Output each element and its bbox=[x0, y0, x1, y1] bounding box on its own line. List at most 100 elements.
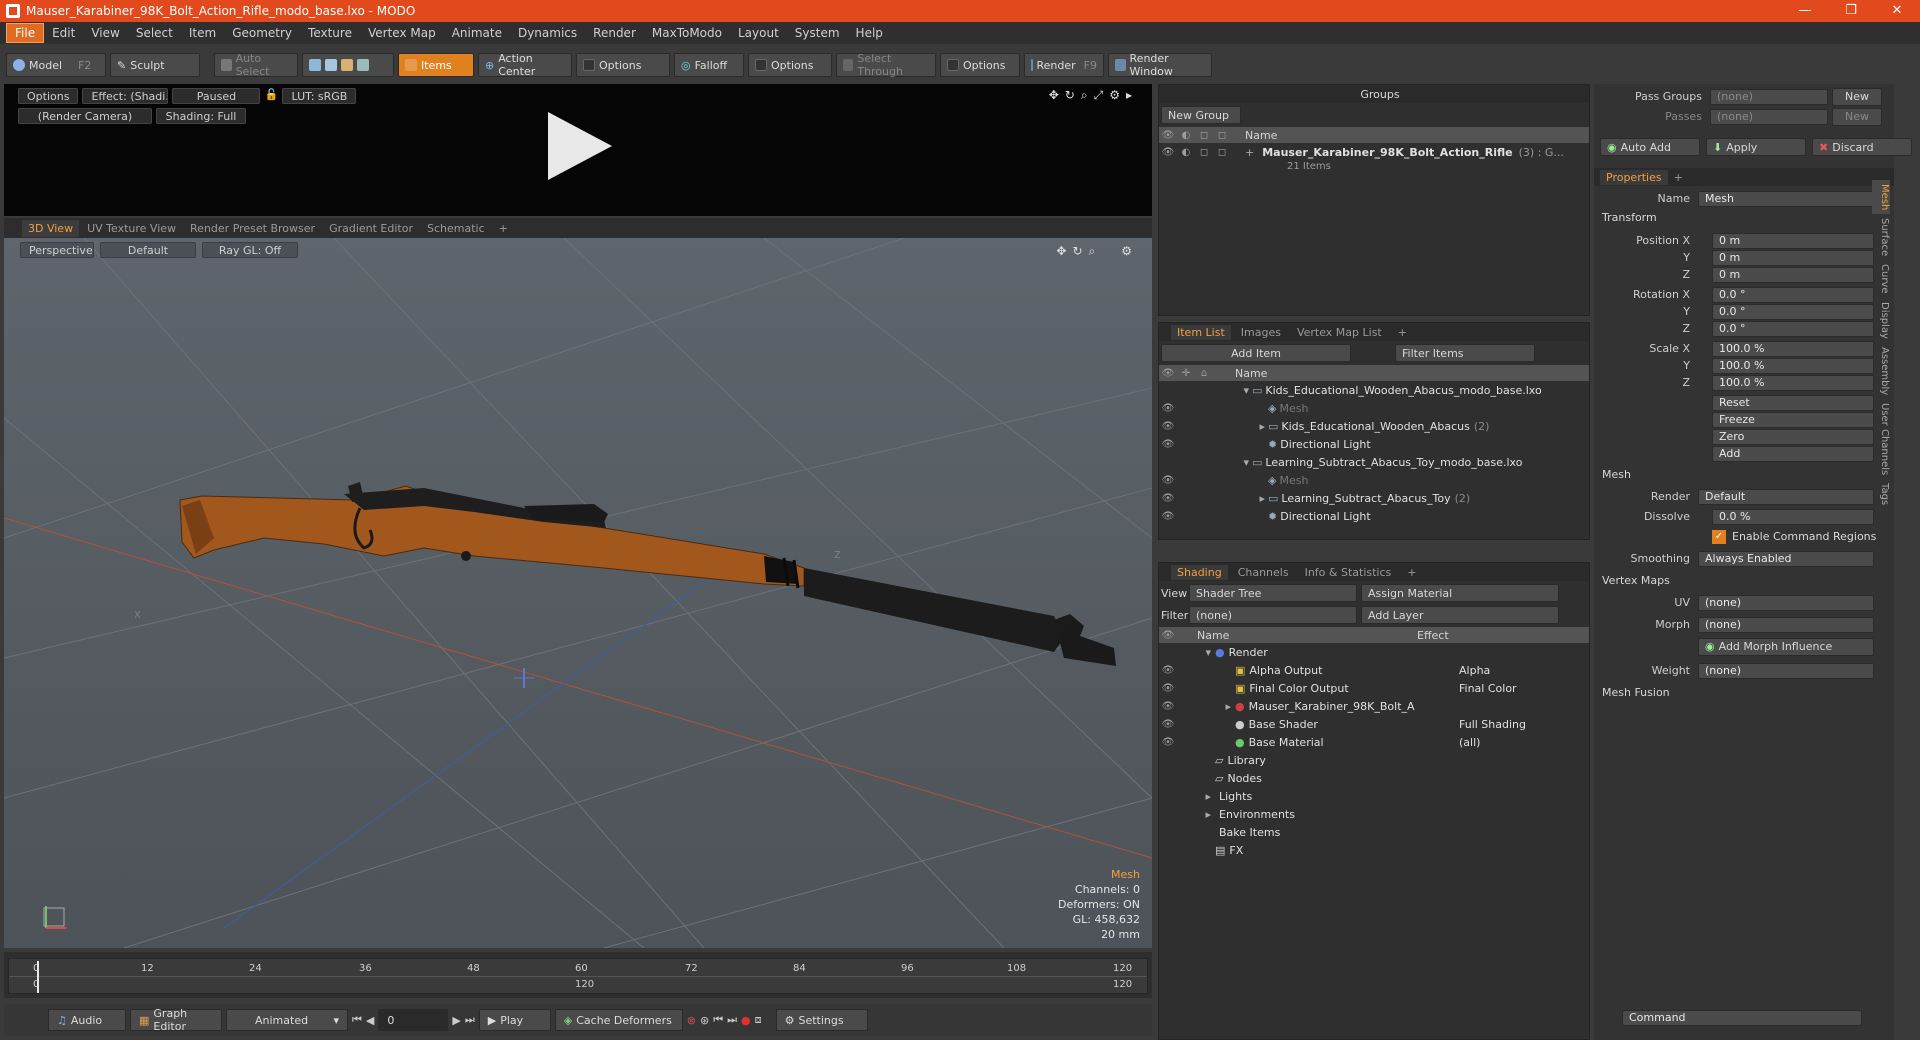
eye-icon[interactable]: 👁 bbox=[1159, 665, 1177, 676]
position-y-field[interactable]: 0 m bbox=[1712, 249, 1874, 266]
first-frame-icon[interactable]: ⏮ bbox=[352, 1013, 362, 1027]
playhead[interactable] bbox=[37, 961, 39, 993]
shader-tree-row[interactable]: 👁 ▣ Final Color Output Final Color bbox=[1159, 679, 1589, 697]
select-icon[interactable]: ◻ bbox=[1213, 147, 1231, 158]
filter-dropdown[interactable]: (none) bbox=[1189, 606, 1357, 624]
menu-layout[interactable]: Layout bbox=[730, 24, 787, 42]
lock-icon[interactable]: ◻ bbox=[1195, 147, 1213, 158]
add-tab-button[interactable]: + bbox=[1668, 170, 1689, 185]
add-layer-dropdown[interactable]: Add Layer bbox=[1361, 606, 1559, 624]
item-list-row[interactable]: 👁 ▸ ▭ Learning_Subtract_Abacus_Toy (2) bbox=[1159, 489, 1589, 507]
play-icon[interactable] bbox=[548, 112, 612, 180]
pass-groups-dropdown[interactable]: (none) bbox=[1710, 88, 1828, 105]
shader-tree-row[interactable]: Bake Items bbox=[1159, 823, 1589, 841]
materials-icon[interactable] bbox=[357, 59, 369, 71]
tree-indent[interactable]: ▸ bbox=[1177, 790, 1211, 803]
eye-icon[interactable]: 👁 bbox=[1159, 421, 1177, 432]
falloff-button[interactable]: ◎ Falloff bbox=[674, 53, 744, 77]
apply-button[interactable]: ⬇ Apply bbox=[1706, 138, 1806, 156]
eye-icon[interactable]: 👁 bbox=[1159, 493, 1177, 504]
falloff-options-button[interactable]: Options bbox=[748, 53, 832, 77]
select-through-options-button[interactable]: Options bbox=[940, 53, 1020, 77]
menu-select[interactable]: Select bbox=[128, 24, 181, 42]
side-tab-surface[interactable]: Surface bbox=[1872, 214, 1890, 260]
tab-render-preset-browser[interactable]: Render Preset Browser bbox=[184, 220, 321, 237]
effect-dropdown[interactable]: Alpha bbox=[1459, 664, 1589, 677]
expand-icon[interactable]: ⤢ bbox=[1094, 88, 1104, 103]
eye-icon[interactable]: 👁 bbox=[1159, 475, 1177, 486]
key-icon[interactable]: ⊗ bbox=[687, 1014, 696, 1027]
add-tab-button[interactable]: + bbox=[1401, 565, 1422, 580]
shader-tree-row[interactable]: ▸ Environments bbox=[1159, 805, 1589, 823]
tab-3d-view[interactable]: 3D View bbox=[22, 219, 80, 237]
effect-dropdown[interactable]: Final Color bbox=[1459, 682, 1589, 695]
view-dropdown[interactable]: Shader Tree bbox=[1189, 584, 1357, 602]
vertices-icon[interactable] bbox=[309, 59, 321, 71]
new-group-button[interactable]: New Group bbox=[1161, 106, 1241, 124]
shader-tree-row[interactable]: 👁 ● Base Shader Full Shading bbox=[1159, 715, 1589, 733]
keyframe-icon[interactable]: ⊛ bbox=[700, 1014, 709, 1027]
action-center-button[interactable]: ⊕ Action Center bbox=[478, 52, 572, 78]
tree-indent[interactable]: ▸ bbox=[1177, 808, 1211, 821]
edges-icon[interactable] bbox=[325, 59, 337, 71]
item-list-row[interactable]: 👁 ✹ Directional Light bbox=[1159, 435, 1589, 453]
cache-deformers-button[interactable]: ◈ Cache Deformers bbox=[554, 1009, 683, 1031]
action-center-options-button[interactable]: Options bbox=[576, 53, 670, 77]
reset-dropdown[interactable]: Reset bbox=[1712, 394, 1874, 411]
menu-file[interactable]: File bbox=[6, 23, 45, 43]
default-style-dropdown[interactable]: Default bbox=[100, 242, 196, 258]
zoom-icon[interactable]: ⌕ bbox=[1089, 244, 1096, 259]
side-tab-user-channels[interactable]: User Channels bbox=[1872, 399, 1890, 479]
shader-tree-row[interactable]: 👁 ▣ Alpha Output Alpha bbox=[1159, 661, 1589, 679]
passes-dropdown[interactable]: (none) bbox=[1710, 108, 1828, 125]
preview-options-button[interactable]: Options bbox=[18, 88, 79, 104]
menu-render[interactable]: Render bbox=[585, 24, 644, 42]
menu-maxtomodo[interactable]: MaxToModo bbox=[644, 24, 730, 42]
menu-vertex-map[interactable]: Vertex Map bbox=[360, 24, 444, 42]
item-list-row[interactable]: 👁 ◈ Mesh bbox=[1159, 471, 1589, 489]
expand-arrow-icon[interactable]: ▾ bbox=[1177, 384, 1249, 397]
menu-help[interactable]: Help bbox=[848, 24, 891, 42]
tab-info-statistics[interactable]: Info & Statistics bbox=[1299, 565, 1398, 580]
tab-channels[interactable]: Channels bbox=[1232, 565, 1295, 580]
pan-icon[interactable]: ✥ bbox=[1056, 244, 1066, 259]
discard-button[interactable]: ✖ Discard bbox=[1812, 138, 1912, 156]
raygl-dropdown[interactable]: Ray GL: Off bbox=[202, 242, 298, 258]
shader-tree-row[interactable]: ▾ ● Render bbox=[1159, 643, 1589, 661]
close-button[interactable]: ✕ bbox=[1874, 0, 1920, 22]
tab-schematic[interactable]: Schematic bbox=[421, 220, 491, 237]
eye-icon[interactable]: 👁 bbox=[1159, 683, 1177, 694]
render-dropdown[interactable]: Default bbox=[1698, 488, 1874, 505]
zoom-icon[interactable]: ⌕ bbox=[1081, 88, 1088, 103]
dissolve-field[interactable]: 0.0 % bbox=[1712, 508, 1874, 525]
play-button[interactable]: ▶ Play bbox=[478, 1009, 551, 1031]
eye-icon[interactable]: 👁 bbox=[1159, 147, 1177, 158]
add-dropdown[interactable]: Add bbox=[1712, 445, 1874, 462]
model-mode-button[interactable]: Model F2 bbox=[6, 53, 106, 77]
selection-mode-buttons[interactable] bbox=[302, 53, 394, 77]
mesh-fusion-section[interactable]: Mesh Fusion bbox=[1602, 686, 1670, 699]
scale-z-field[interactable]: 100.0 % bbox=[1712, 374, 1874, 391]
add-morph-influence-button[interactable]: ◉ Add Morph Influence bbox=[1698, 637, 1874, 656]
move-icon[interactable]: ✥ bbox=[1049, 88, 1059, 103]
eye-icon[interactable]: 👁 bbox=[1159, 701, 1177, 712]
rotation-y-field[interactable]: 0.0 ° bbox=[1712, 303, 1874, 320]
menu-system[interactable]: System bbox=[787, 24, 848, 42]
scale-x-field[interactable]: 100.0 % bbox=[1712, 340, 1874, 357]
add-tab-button[interactable]: + bbox=[493, 220, 514, 237]
item-list-row[interactable]: 👁 ▸ ▭ Kids_Educational_Wooden_Abacus (2) bbox=[1159, 417, 1589, 435]
items-mode-button[interactable]: Items bbox=[398, 53, 474, 77]
shader-tree-row[interactable]: ▱ Nodes bbox=[1159, 769, 1589, 787]
preview-paused-button[interactable]: Paused bbox=[172, 88, 261, 104]
tree-indent[interactable]: ▸ bbox=[1177, 700, 1231, 713]
shader-tree-row[interactable]: ▸ Lights bbox=[1159, 787, 1589, 805]
sculpt-mode-button[interactable]: ✎ Sculpt bbox=[110, 53, 200, 77]
lut-dropdown[interactable]: LUT: sRGB bbox=[282, 88, 357, 104]
menu-edit[interactable]: Edit bbox=[44, 24, 83, 42]
position-z-field[interactable]: 0 m bbox=[1712, 266, 1874, 283]
tree-indent[interactable]: ▸ bbox=[1177, 420, 1265, 433]
polygons-icon[interactable] bbox=[341, 59, 353, 71]
uv-dropdown[interactable]: (none) bbox=[1698, 594, 1874, 611]
tab-shading[interactable]: Shading bbox=[1171, 564, 1228, 580]
render-window-button[interactable]: Render Window bbox=[1108, 52, 1212, 78]
